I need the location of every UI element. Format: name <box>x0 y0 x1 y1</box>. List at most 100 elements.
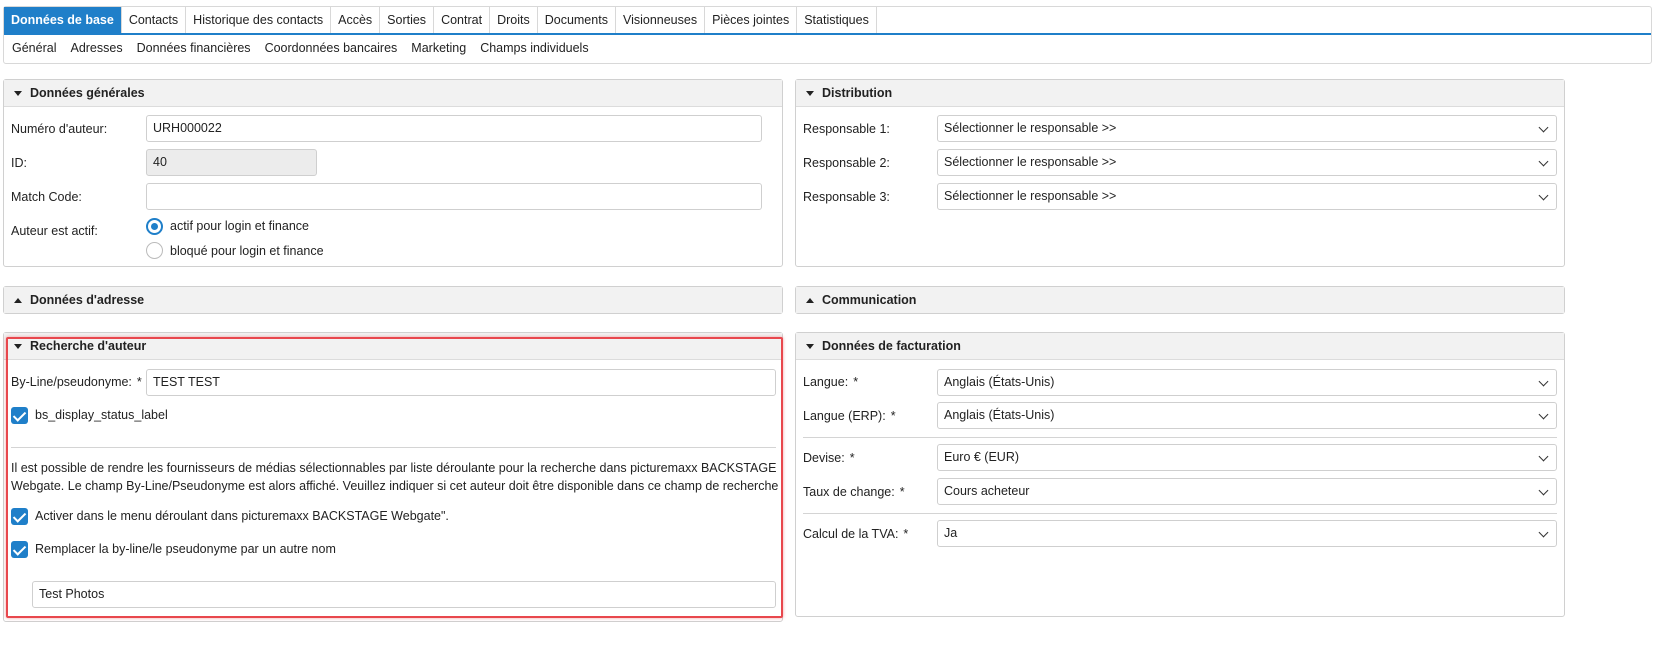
author-number-field[interactable]: URH000022 <box>146 115 762 142</box>
chevron-down-icon <box>1538 190 1549 201</box>
distribution-title: Distribution <box>822 86 893 100</box>
communication-header[interactable]: Communication <box>796 287 1564 313</box>
responsible-3-label: Responsable 3: <box>803 190 890 204</box>
caret-up-icon <box>14 297 22 303</box>
responsible-2-select[interactable]: Sélectionner le responsable >> <box>937 149 1557 176</box>
chevron-down-icon <box>1538 156 1549 167</box>
byline-label: By-Line/pseudonyme: * <box>11 375 142 389</box>
tab-contrat[interactable]: Contrat <box>434 7 491 33</box>
divider <box>803 513 1557 514</box>
subtab-general[interactable]: Général <box>12 41 56 55</box>
subtab-donnees-financieres[interactable]: Données financières <box>137 41 251 55</box>
responsible-1-label: Responsable 1: <box>803 122 890 136</box>
webgate-info-text: Il est possible de rendre les fournisseu… <box>11 459 781 495</box>
radio-blocked-label: bloqué pour login et finance <box>170 244 324 258</box>
match-code-field[interactable] <box>146 183 762 210</box>
language-select[interactable]: Anglais (États-Unis) <box>937 369 1557 396</box>
author-search-title: Recherche d'auteur <box>30 339 147 353</box>
language-erp-label: Langue (ERP): * <box>803 409 896 423</box>
webgate-info-line-2: Webgate. Le champ By-Line/Pseudonyme est… <box>11 479 779 493</box>
address-data-title: Données d'adresse <box>30 293 145 307</box>
address-data-header[interactable]: Données d'adresse <box>4 287 782 313</box>
tab-acces[interactable]: Accès <box>331 7 381 33</box>
tab-historique-contacts[interactable]: Historique des contacts <box>186 7 332 33</box>
required-marker: * <box>849 451 855 465</box>
subtab-coordonnees-bancaires[interactable]: Coordonnées bancaires <box>265 41 398 55</box>
activate-webgate-checkbox[interactable] <box>11 508 28 525</box>
author-number-label: Numéro d'auteur: <box>11 122 108 136</box>
byline-field[interactable]: TEST TEST <box>146 369 776 396</box>
general-data-header[interactable]: Données générales <box>4 80 782 107</box>
currency-value: Euro € (EUR) <box>944 450 1020 464</box>
subtab-champs-individuels[interactable]: Champs individuels <box>480 41 588 55</box>
id-field: 40 <box>146 149 317 176</box>
exchange-rate-select[interactable]: Cours acheteur <box>937 478 1557 505</box>
required-marker: * <box>899 485 905 499</box>
language-value: Anglais (États-Unis) <box>944 375 1055 389</box>
billing-data-title: Données de facturation <box>822 339 961 353</box>
responsible-1-value: Sélectionner le responsable >> <box>944 121 1117 135</box>
subtab-marketing[interactable]: Marketing <box>411 41 466 55</box>
chevron-down-icon <box>1538 376 1549 387</box>
exchange-rate-label: Taux de change: * <box>803 485 905 499</box>
general-data-title: Données générales <box>30 86 145 100</box>
sub-navigation: Général Adresses Données financières Coo… <box>12 41 589 55</box>
required-marker: * <box>853 375 859 389</box>
tab-donnees-de-base[interactable]: Données de base <box>4 7 122 33</box>
chevron-down-icon <box>1538 527 1549 538</box>
activate-webgate-label: Activer dans le menu déroulant dans pict… <box>35 509 449 523</box>
author-search-header[interactable]: Recherche d'auteur <box>4 333 782 360</box>
billing-data-panel: Données de facturation Langue: * Anglais … <box>795 332 1565 617</box>
tab-visionneuses[interactable]: Visionneuses <box>616 7 706 33</box>
caret-down-icon <box>806 343 814 349</box>
responsible-1-select[interactable]: Sélectionner le responsable >> <box>937 115 1557 142</box>
radio-active-label: actif pour login et finance <box>170 219 309 233</box>
responsible-2-value: Sélectionner le responsable >> <box>944 155 1117 169</box>
responsible-3-select[interactable]: Sélectionner le responsable >> <box>937 183 1557 210</box>
replacement-name-field[interactable]: Test Photos <box>32 581 776 608</box>
replace-byline-label: Remplacer la by-line/le pseudonyme par u… <box>35 542 336 556</box>
language-erp-label-text: Langue (ERP): <box>803 409 886 423</box>
status-label-checkbox[interactable] <box>11 407 28 424</box>
responsible-3-value: Sélectionner le responsable >> <box>944 189 1117 203</box>
currency-select[interactable]: Euro € (EUR) <box>937 444 1557 471</box>
tab-pieces-jointes[interactable]: Pièces jointes <box>705 7 798 33</box>
tab-droits[interactable]: Droits <box>490 7 538 33</box>
radio-active[interactable] <box>146 218 163 235</box>
communication-panel: Communication <box>795 286 1565 314</box>
replace-byline-checkbox[interactable] <box>11 541 28 558</box>
currency-label: Devise: * <box>803 451 855 465</box>
match-code-label: Match Code: <box>11 190 82 204</box>
vat-select[interactable]: Ja <box>937 520 1557 547</box>
address-data-panel: Données d'adresse <box>3 286 783 314</box>
language-erp-select[interactable]: Anglais (États-Unis) <box>937 402 1557 429</box>
tab-sorties[interactable]: Sorties <box>380 7 435 33</box>
chevron-down-icon <box>1538 409 1549 420</box>
vat-label: Calcul de la TVA: * <box>803 527 908 541</box>
billing-data-header[interactable]: Données de facturation <box>796 333 1564 360</box>
tab-contacts[interactable]: Contacts <box>122 7 187 33</box>
divider <box>803 437 1557 438</box>
radio-blocked[interactable] <box>146 242 163 259</box>
distribution-header[interactable]: Distribution <box>796 80 1564 107</box>
language-label: Langue: * <box>803 375 858 389</box>
byline-label-text: By-Line/pseudonyme: <box>11 375 132 389</box>
author-active-label: Auteur est actif: <box>11 224 98 238</box>
chevron-down-icon <box>1538 451 1549 462</box>
exchange-rate-value: Cours acheteur <box>944 484 1030 498</box>
subtab-adresses[interactable]: Adresses <box>70 41 122 55</box>
caret-down-icon <box>806 90 814 96</box>
exchange-rate-label-text: Taux de change: <box>803 485 895 499</box>
chevron-down-icon <box>1538 485 1549 496</box>
webgate-info-line-1: Il est possible de rendre les fournisseu… <box>11 461 777 475</box>
currency-label-text: Devise: <box>803 451 845 465</box>
required-marker: * <box>136 375 142 389</box>
divider <box>11 447 776 448</box>
main-tabbar: Données de base Contacts Historique des … <box>4 7 1651 35</box>
tab-documents[interactable]: Documents <box>538 7 616 33</box>
tab-navigation: Données de base Contacts Historique des … <box>3 6 1652 64</box>
general-data-panel: Données générales Numéro d'auteur: URH00… <box>3 79 783 267</box>
language-erp-value: Anglais (États-Unis) <box>944 408 1055 422</box>
vat-value: Ja <box>944 526 958 540</box>
tab-statistiques[interactable]: Statistiques <box>797 7 877 33</box>
